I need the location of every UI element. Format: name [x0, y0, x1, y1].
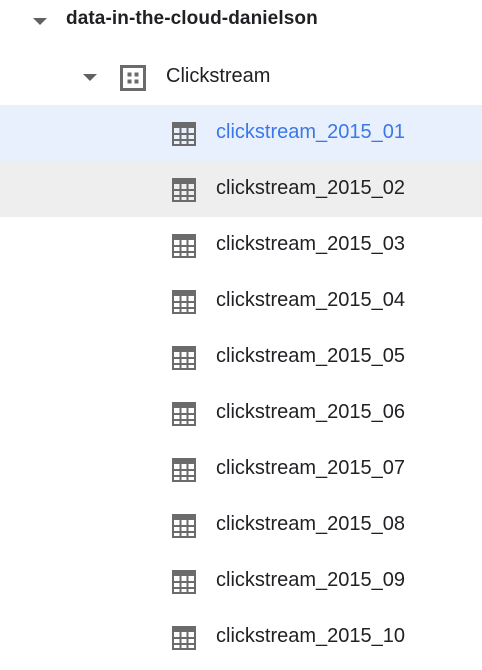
- table-row[interactable]: clickstream_2015_08: [0, 497, 482, 553]
- table-label[interactable]: clickstream_2015_10: [216, 625, 405, 648]
- dataset-node[interactable]: Clickstream: [0, 49, 482, 105]
- table-label[interactable]: clickstream_2015_06: [216, 401, 405, 424]
- table-row[interactable]: clickstream_2015_06: [0, 385, 482, 441]
- table-icon: [172, 514, 196, 538]
- table-icon: [172, 122, 196, 146]
- table-label[interactable]: clickstream_2015_04: [216, 289, 405, 312]
- table-row[interactable]: clickstream_2015_07: [0, 441, 482, 497]
- caret-down-icon[interactable]: [33, 18, 47, 25]
- table-icon: [172, 346, 196, 370]
- table-label[interactable]: clickstream_2015_02: [216, 177, 405, 200]
- table-icon: [172, 290, 196, 314]
- project-label[interactable]: data-in-the-cloud-danielson: [66, 8, 318, 30]
- table-row[interactable]: clickstream_2015_10: [0, 609, 482, 665]
- dataset-label[interactable]: Clickstream: [166, 65, 270, 88]
- table-row[interactable]: clickstream_2015_09: [0, 553, 482, 609]
- table-icon: [172, 626, 196, 650]
- table-row[interactable]: clickstream_2015_03: [0, 217, 482, 273]
- table-row[interactable]: clickstream_2015_01: [0, 105, 482, 161]
- dataset-icon: [120, 65, 146, 91]
- project-node[interactable]: data-in-the-cloud-danielson: [0, 0, 482, 50]
- caret-down-icon[interactable]: [83, 74, 97, 81]
- table-icon: [172, 234, 196, 258]
- table-label[interactable]: clickstream_2015_09: [216, 569, 405, 592]
- table-row[interactable]: clickstream_2015_02: [0, 161, 482, 217]
- table-label[interactable]: clickstream_2015_01: [216, 121, 405, 144]
- table-icon: [172, 402, 196, 426]
- table-icon: [172, 570, 196, 594]
- table-row[interactable]: clickstream_2015_05: [0, 329, 482, 385]
- table-label[interactable]: clickstream_2015_08: [216, 513, 405, 536]
- table-label[interactable]: clickstream_2015_03: [216, 233, 405, 256]
- table-icon: [172, 178, 196, 202]
- table-label[interactable]: clickstream_2015_05: [216, 345, 405, 368]
- table-label[interactable]: clickstream_2015_07: [216, 457, 405, 480]
- explorer-tree: data-in-the-cloud-danielson Clickstream …: [0, 0, 482, 670]
- table-icon: [172, 458, 196, 482]
- table-row[interactable]: clickstream_2015_04: [0, 273, 482, 329]
